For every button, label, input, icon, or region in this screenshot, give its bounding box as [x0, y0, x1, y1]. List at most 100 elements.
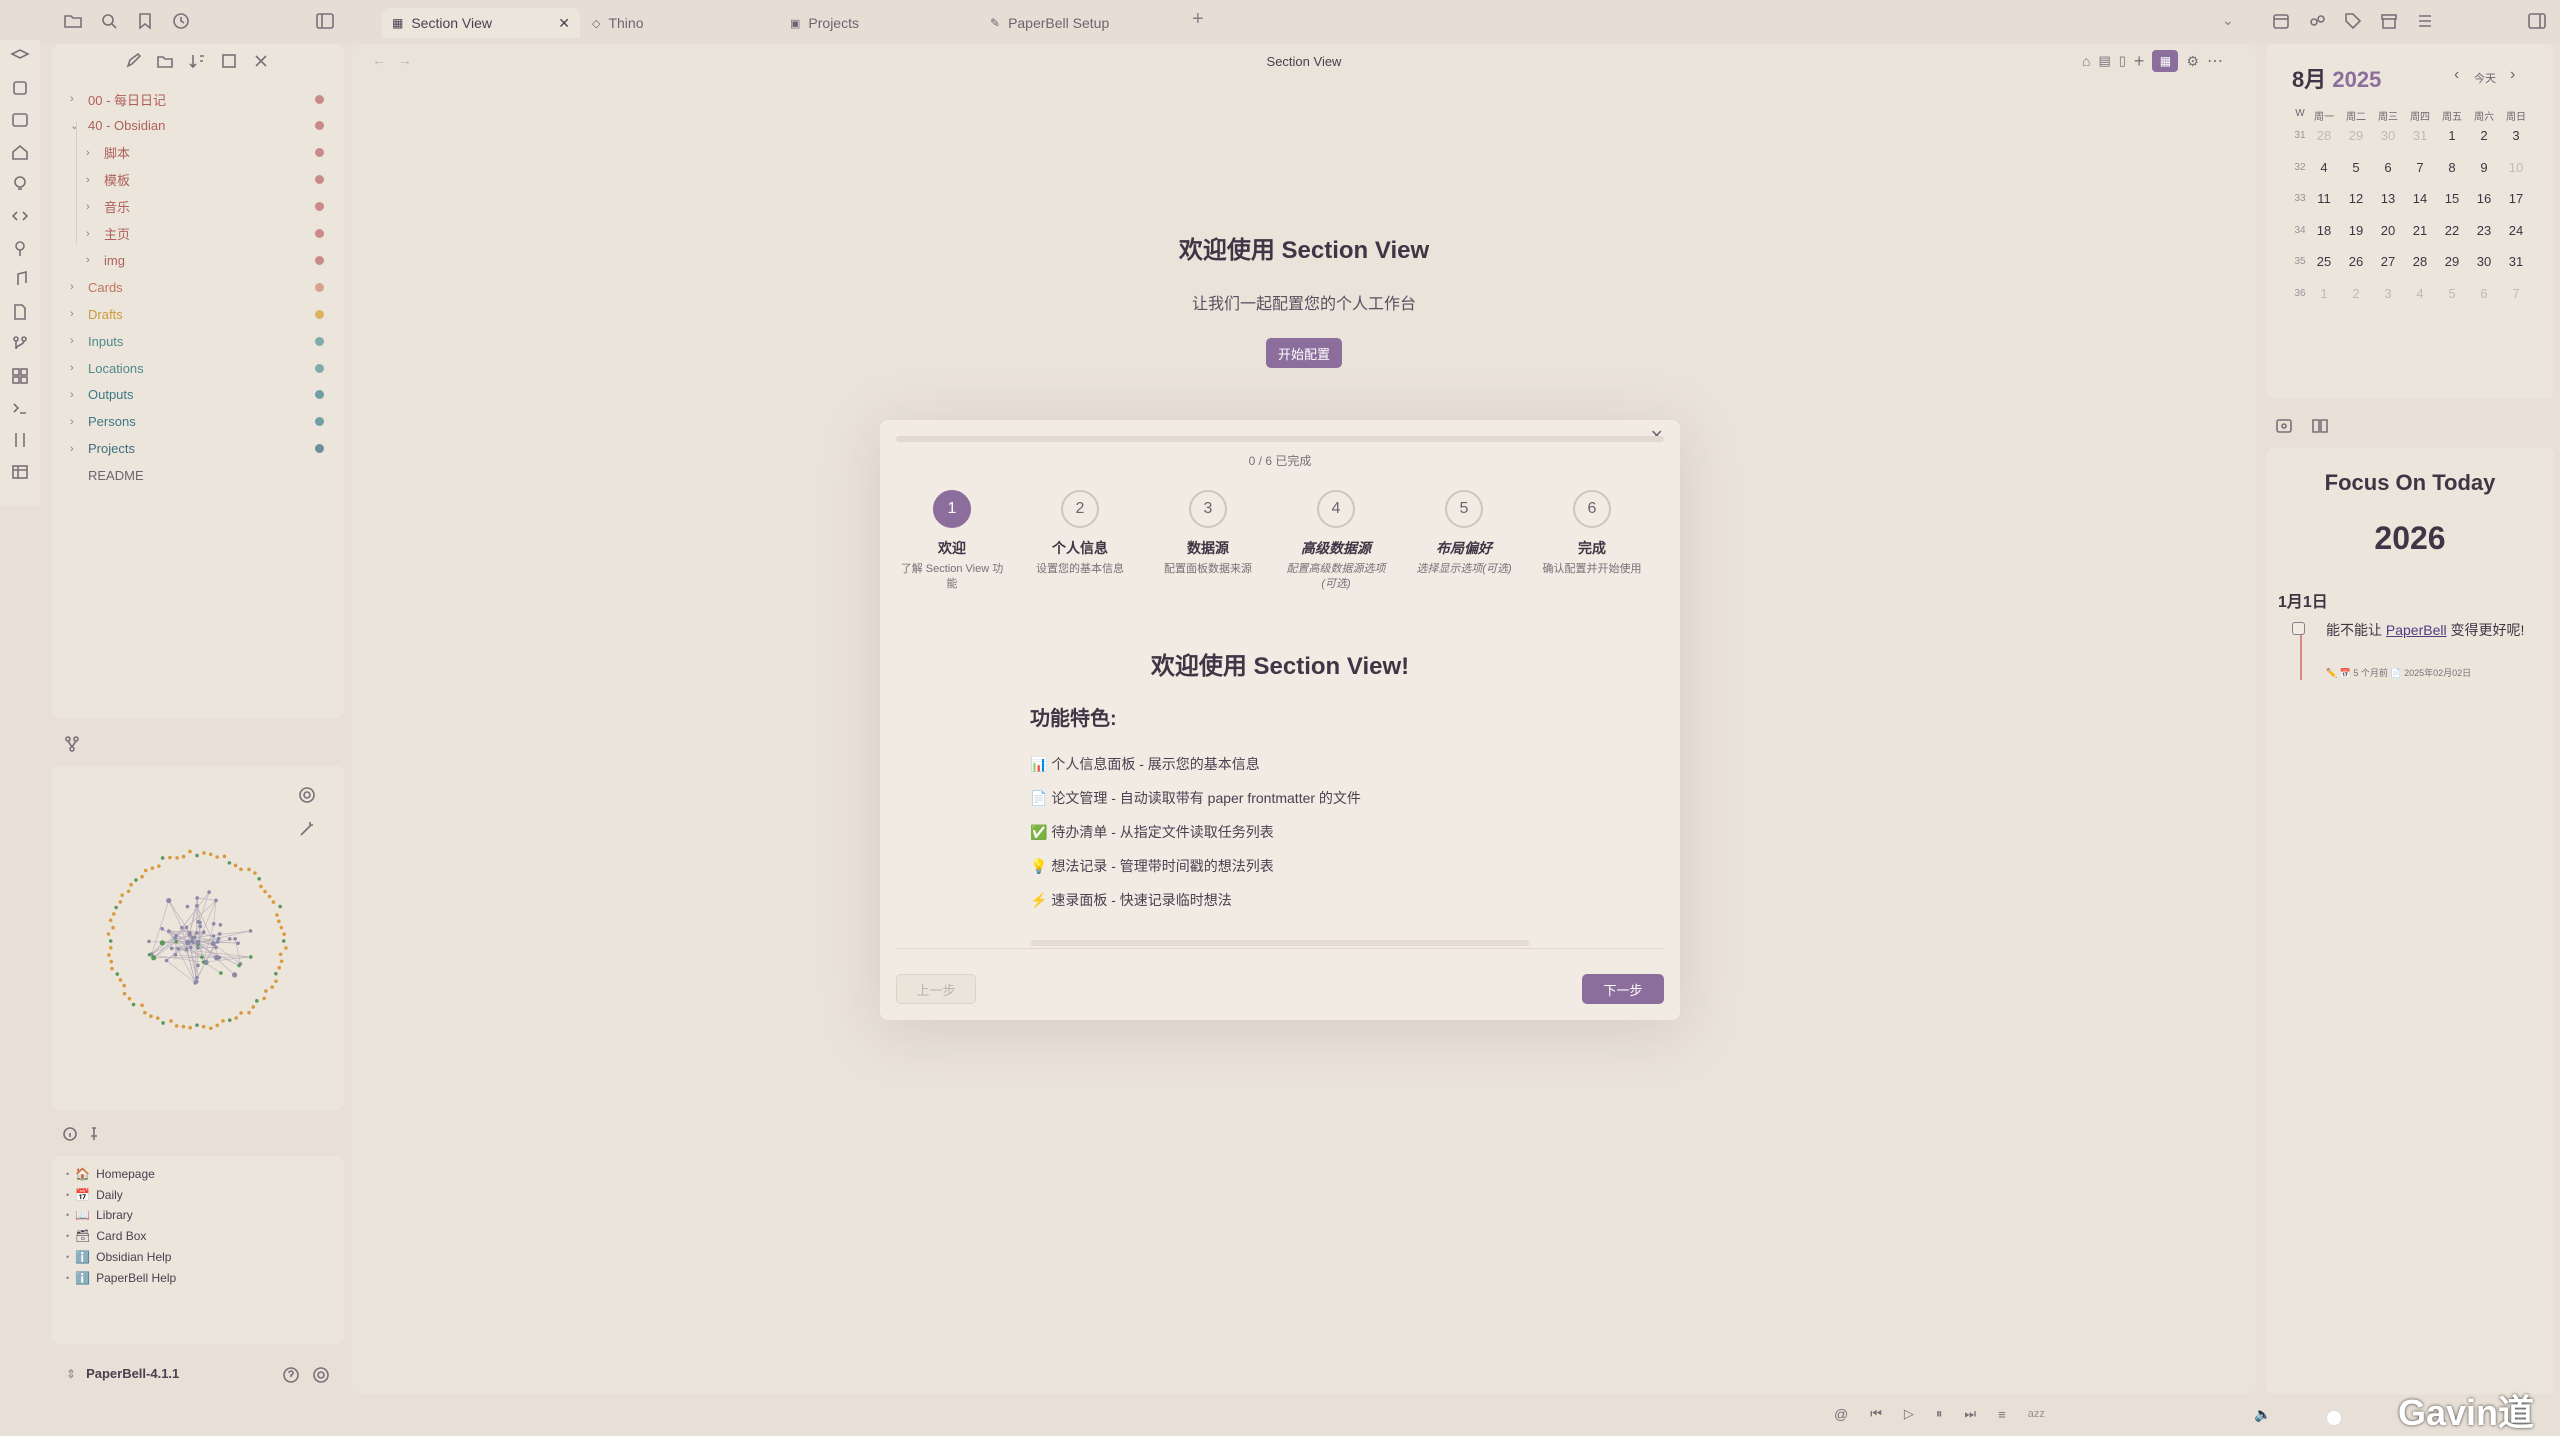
bookmark-item[interactable]: • ℹ️ PaperBell Help — [66, 1268, 176, 1288]
graph-node[interactable] — [169, 946, 174, 951]
graph-node[interactable] — [195, 853, 199, 858]
calendar-day[interactable]: 4 — [2404, 286, 2436, 301]
graph-node[interactable] — [147, 939, 151, 944]
graph-node[interactable] — [271, 900, 276, 904]
pin-icon[interactable] — [86, 1126, 102, 1142]
graph-node[interactable] — [106, 932, 111, 936]
bookmark-item[interactable]: • ℹ️ Obsidian Help — [66, 1247, 171, 1267]
graph-node[interactable] — [126, 889, 131, 894]
calendar-day[interactable]: 15 — [2436, 191, 2468, 206]
graph-node[interactable] — [247, 867, 251, 872]
settings-icon[interactable] — [298, 786, 316, 804]
grid-icon[interactable] — [0, 360, 40, 392]
graph-node[interactable] — [188, 1025, 192, 1030]
graph-node[interactable] — [262, 996, 266, 1001]
calendar-day[interactable]: 31 — [2404, 128, 2436, 143]
grid-view-icon[interactable]: ▦ — [2152, 50, 2179, 72]
graph-view[interactable] — [52, 766, 344, 1110]
tree-item[interactable]: › Persons — [52, 409, 344, 435]
search-icon[interactable] — [98, 10, 120, 32]
graph-node[interactable] — [180, 925, 184, 930]
graph-node[interactable] — [213, 955, 220, 961]
step-2[interactable]: 2 个人信息 设置您的基本信息 — [1016, 490, 1144, 577]
music-icon[interactable] — [0, 264, 40, 296]
skip-forward-icon[interactable]: ⏭ — [1964, 1406, 1976, 1422]
graph-node[interactable] — [236, 941, 240, 946]
terminal-icon[interactable] — [0, 392, 40, 424]
tree-item[interactable]: › 00 - 每日日记 — [52, 86, 344, 112]
calendar-day[interactable]: 18 — [2308, 223, 2340, 238]
collapse-icon[interactable] — [220, 52, 238, 70]
calendar-day[interactable]: 13 — [2372, 191, 2404, 206]
graph-node[interactable] — [129, 882, 133, 887]
graph-node[interactable] — [277, 919, 281, 924]
graph-node[interactable] — [282, 932, 286, 936]
bookmark-icon[interactable] — [134, 10, 156, 32]
graph-node[interactable] — [167, 929, 171, 933]
tree-item[interactable]: › 音乐 — [52, 194, 344, 220]
graph-node[interactable] — [209, 1026, 213, 1031]
graph-node[interactable] — [214, 898, 218, 903]
graph-node[interactable] — [211, 921, 216, 926]
clock-icon[interactable] — [170, 10, 192, 32]
sidebar-toggle-icon[interactable] — [314, 10, 336, 32]
graph-icon[interactable] — [62, 734, 82, 754]
square-icon[interactable] — [0, 72, 40, 104]
settings-icon[interactable] — [312, 1366, 330, 1384]
graph-node[interactable] — [108, 945, 113, 950]
step-6[interactable]: 6 完成 确认配置并开始使用 — [1528, 490, 1656, 577]
graph-node[interactable] — [257, 877, 261, 881]
calendar-day[interactable]: 5 — [2436, 286, 2468, 301]
graph-node[interactable] — [218, 923, 223, 927]
graph-node[interactable] — [181, 1024, 186, 1029]
page-icon[interactable]: ▯ — [2119, 53, 2126, 69]
graph-node[interactable] — [193, 981, 198, 985]
calendar-day[interactable]: 23 — [2468, 223, 2500, 238]
graph-node[interactable] — [211, 934, 216, 938]
graph-node[interactable] — [140, 1003, 144, 1008]
magic-wand-icon[interactable] — [298, 820, 316, 838]
calendar-day[interactable]: 3 — [2500, 128, 2532, 143]
tree-item[interactable]: › Drafts — [52, 301, 344, 327]
graph-node[interactable] — [233, 863, 238, 868]
step-3[interactable]: 3 数据源 配置面板数据来源 — [1144, 490, 1272, 577]
graph-node[interactable] — [164, 958, 169, 963]
calendar-day[interactable]: 11 — [2308, 191, 2340, 206]
graph-node[interactable] — [200, 955, 204, 959]
graph-node[interactable] — [147, 952, 152, 957]
graph-node[interactable] — [196, 963, 200, 968]
calendar-day[interactable]: 30 — [2468, 254, 2500, 269]
graph-node[interactable] — [253, 871, 257, 875]
graph-node[interactable] — [248, 929, 253, 933]
lightbulb-icon[interactable] — [0, 168, 40, 200]
graph-node[interactable] — [188, 930, 192, 935]
graph-node[interactable] — [208, 852, 213, 857]
task-link[interactable]: PaperBell — [2386, 622, 2447, 638]
close-icon[interactable] — [252, 52, 270, 70]
chevron-left-icon[interactable]: ‹ — [2454, 66, 2459, 84]
calendar-day[interactable]: 10 — [2500, 160, 2532, 175]
today-button[interactable]: 今天 — [2474, 70, 2496, 86]
layout-icon[interactable]: ▤ — [2098, 53, 2110, 69]
graph-node[interactable] — [175, 856, 179, 860]
tab-thino[interactable]: ◇ Thino — [592, 8, 644, 38]
play-icon[interactable]: ▷ — [1904, 1406, 1914, 1422]
playlist-icon[interactable]: ≡ — [1998, 1407, 2006, 1422]
volume-slider-thumb[interactable] — [2326, 1410, 2342, 1426]
right-sidebar-toggle-icon[interactable] — [2526, 10, 2548, 32]
graph-node[interactable] — [201, 1024, 206, 1029]
calendar-day[interactable]: 19 — [2340, 223, 2372, 238]
graph-node[interactable] — [233, 936, 237, 941]
graph-node[interactable] — [215, 855, 219, 859]
graph-node[interactable] — [277, 965, 282, 970]
new-note-icon[interactable] — [124, 52, 142, 70]
graph-node[interactable] — [149, 1014, 153, 1019]
graph-node[interactable] — [151, 955, 157, 961]
graph-node[interactable] — [185, 939, 191, 946]
tree-item[interactable]: › Inputs — [52, 328, 344, 354]
prev-button[interactable]: 上一步 — [896, 974, 976, 1004]
git-branch-icon[interactable] — [0, 328, 40, 360]
new-tab-button[interactable]: + — [1192, 8, 1204, 31]
graph-node[interactable] — [184, 947, 189, 952]
bookmark-item[interactable]: • 📅 Daily — [66, 1185, 123, 1205]
